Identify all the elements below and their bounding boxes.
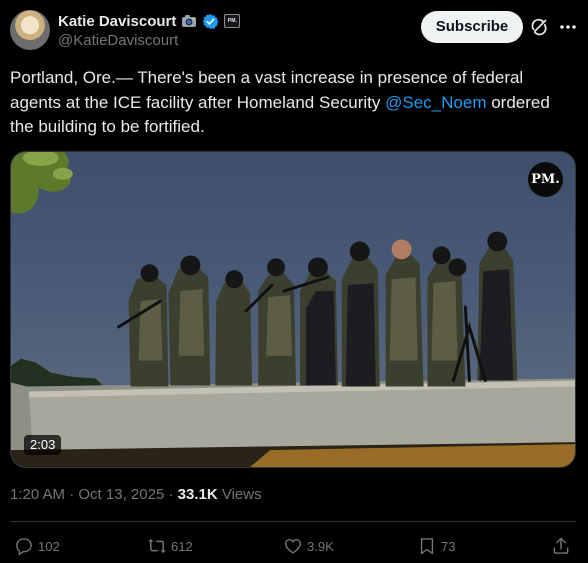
publisher-logo: PM. bbox=[528, 162, 563, 197]
reply-icon bbox=[16, 538, 32, 556]
tweet-header: Katie Daviscourt PM. @KatieDaviscourt Su… bbox=[10, 10, 578, 54]
tweet-date[interactable]: Oct 13, 2025 bbox=[78, 486, 164, 503]
views-label: Views bbox=[221, 486, 262, 503]
author-name-row: Katie Daviscourt PM. bbox=[58, 11, 241, 31]
video-duration: 2:03 bbox=[24, 435, 62, 455]
meta-separator: · bbox=[168, 486, 174, 503]
video-thumbnail bbox=[11, 152, 575, 467]
like-icon bbox=[284, 539, 302, 554]
reply-button[interactable]: 102 bbox=[14, 534, 60, 558]
bookmark-icon bbox=[420, 538, 434, 555]
tweet-text: Portland, Ore.— There's been a vast incr… bbox=[10, 66, 570, 140]
grok-icon[interactable] bbox=[530, 18, 548, 36]
repost-icon bbox=[148, 538, 166, 554]
affiliate-badge[interactable]: PM. bbox=[224, 14, 241, 28]
tweet-time[interactable]: 1:20 AM bbox=[10, 486, 65, 503]
share-icon bbox=[553, 537, 569, 554]
video-player[interactable]: PM. 2:03 bbox=[10, 151, 576, 468]
author-display-name[interactable]: Katie Daviscourt bbox=[58, 13, 176, 30]
mention-link[interactable]: @Sec_Noem bbox=[385, 93, 486, 112]
reply-count: 102 bbox=[38, 538, 60, 554]
bookmark-button[interactable]: 73 bbox=[417, 534, 455, 558]
more-icon[interactable] bbox=[558, 18, 578, 36]
subscribe-button[interactable]: Subscribe bbox=[421, 11, 523, 43]
views-count: 33.1K bbox=[177, 486, 218, 503]
author-handle[interactable]: @KatieDaviscourt bbox=[58, 32, 178, 49]
repost-button[interactable]: 612 bbox=[147, 534, 193, 558]
tweet-meta: 1:20 AM · Oct 13, 2025 · 33.1K Views bbox=[10, 486, 262, 503]
meta-separator: · bbox=[69, 486, 75, 503]
share-button[interactable] bbox=[551, 534, 571, 558]
repost-count: 612 bbox=[171, 538, 193, 554]
verified-icon[interactable] bbox=[202, 13, 219, 30]
camera-icon bbox=[181, 14, 197, 28]
avatar[interactable] bbox=[10, 10, 50, 50]
action-bar: 102 612 3.9K 73 bbox=[0, 534, 588, 558]
like-count: 3.9K bbox=[307, 538, 334, 554]
like-button[interactable]: 3.9K bbox=[283, 534, 334, 558]
bookmark-count: 73 bbox=[441, 538, 456, 554]
divider bbox=[10, 521, 576, 522]
